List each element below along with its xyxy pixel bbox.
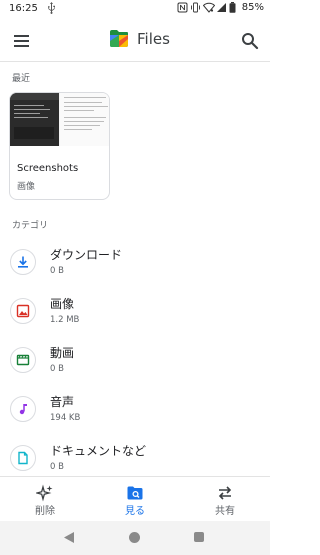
document-icon bbox=[10, 445, 36, 471]
browse-icon bbox=[127, 486, 143, 500]
nav-clean[interactable]: 削除 bbox=[0, 477, 90, 522]
search-button[interactable] bbox=[238, 29, 262, 53]
status-icons: 85% bbox=[177, 2, 264, 13]
image-icon bbox=[10, 298, 36, 324]
status-bar: 16:25 85% bbox=[0, 0, 270, 20]
nav-browse[interactable]: 見る bbox=[90, 477, 180, 522]
category-name: ダウンロード bbox=[50, 248, 123, 262]
app-bar: Files bbox=[0, 20, 270, 62]
search-icon bbox=[242, 33, 259, 50]
nav-label: 見る bbox=[125, 506, 145, 517]
nav-label: 共有 bbox=[215, 506, 235, 517]
recents-icon[interactable] bbox=[194, 532, 204, 542]
back-icon[interactable] bbox=[63, 531, 75, 544]
category-name: 画像 bbox=[50, 297, 75, 311]
divider bbox=[0, 61, 270, 62]
categories-section-label: カテゴリ bbox=[12, 221, 49, 231]
battery-percent: 85% bbox=[241, 2, 264, 13]
category-name: 音声 bbox=[50, 395, 75, 409]
download-icon bbox=[10, 249, 36, 275]
card-subtitle: 画像 bbox=[17, 182, 36, 192]
category-size: 1.2 MB bbox=[50, 315, 80, 325]
category-size: 0 B bbox=[50, 462, 64, 472]
nfc-icon bbox=[177, 2, 188, 13]
category-size: 0 B bbox=[50, 266, 64, 276]
menu-button[interactable] bbox=[10, 29, 34, 53]
share-icon bbox=[218, 486, 232, 500]
wifi-icon bbox=[202, 2, 215, 13]
category-size: 194 KB bbox=[50, 413, 81, 423]
menu-icon bbox=[14, 35, 29, 37]
category-name: ドキュメントなど bbox=[50, 444, 147, 458]
app-title: Files bbox=[137, 30, 170, 48]
battery-icon bbox=[229, 2, 240, 13]
nav-share[interactable]: 共有 bbox=[180, 477, 270, 522]
usb-icon bbox=[47, 2, 56, 17]
signal-icon bbox=[216, 2, 227, 13]
recent-card-screenshots[interactable]: Screenshots 画像 bbox=[9, 92, 110, 200]
vibrate-icon bbox=[190, 2, 201, 13]
recent-section-label: 最近 bbox=[12, 74, 31, 84]
system-navigation-bar bbox=[0, 521, 270, 555]
files-logo-icon bbox=[107, 27, 131, 51]
nav-label: 削除 bbox=[35, 506, 55, 517]
category-images[interactable]: 画像 1.2 MB bbox=[0, 288, 270, 337]
sparkle-icon bbox=[36, 484, 53, 502]
card-title: Screenshots bbox=[17, 163, 79, 174]
category-name: 動画 bbox=[50, 346, 75, 360]
category-audio[interactable]: 音声 194 KB bbox=[0, 386, 270, 435]
files-app-screen: 16:25 85% Files 最近 Screenshots 画像 カテゴリ ダ… bbox=[0, 0, 270, 555]
category-downloads[interactable]: ダウンロード 0 B bbox=[0, 239, 270, 288]
category-videos[interactable]: 動画 0 B bbox=[0, 337, 270, 386]
bottom-navigation: 削除 見る 共有 bbox=[0, 476, 270, 521]
home-icon[interactable] bbox=[129, 532, 140, 543]
video-icon bbox=[10, 347, 36, 373]
category-size: 0 B bbox=[50, 364, 64, 374]
screenshot-thumbnail bbox=[10, 93, 109, 146]
audio-icon bbox=[10, 396, 36, 422]
status-time: 16:25 bbox=[9, 3, 38, 14]
